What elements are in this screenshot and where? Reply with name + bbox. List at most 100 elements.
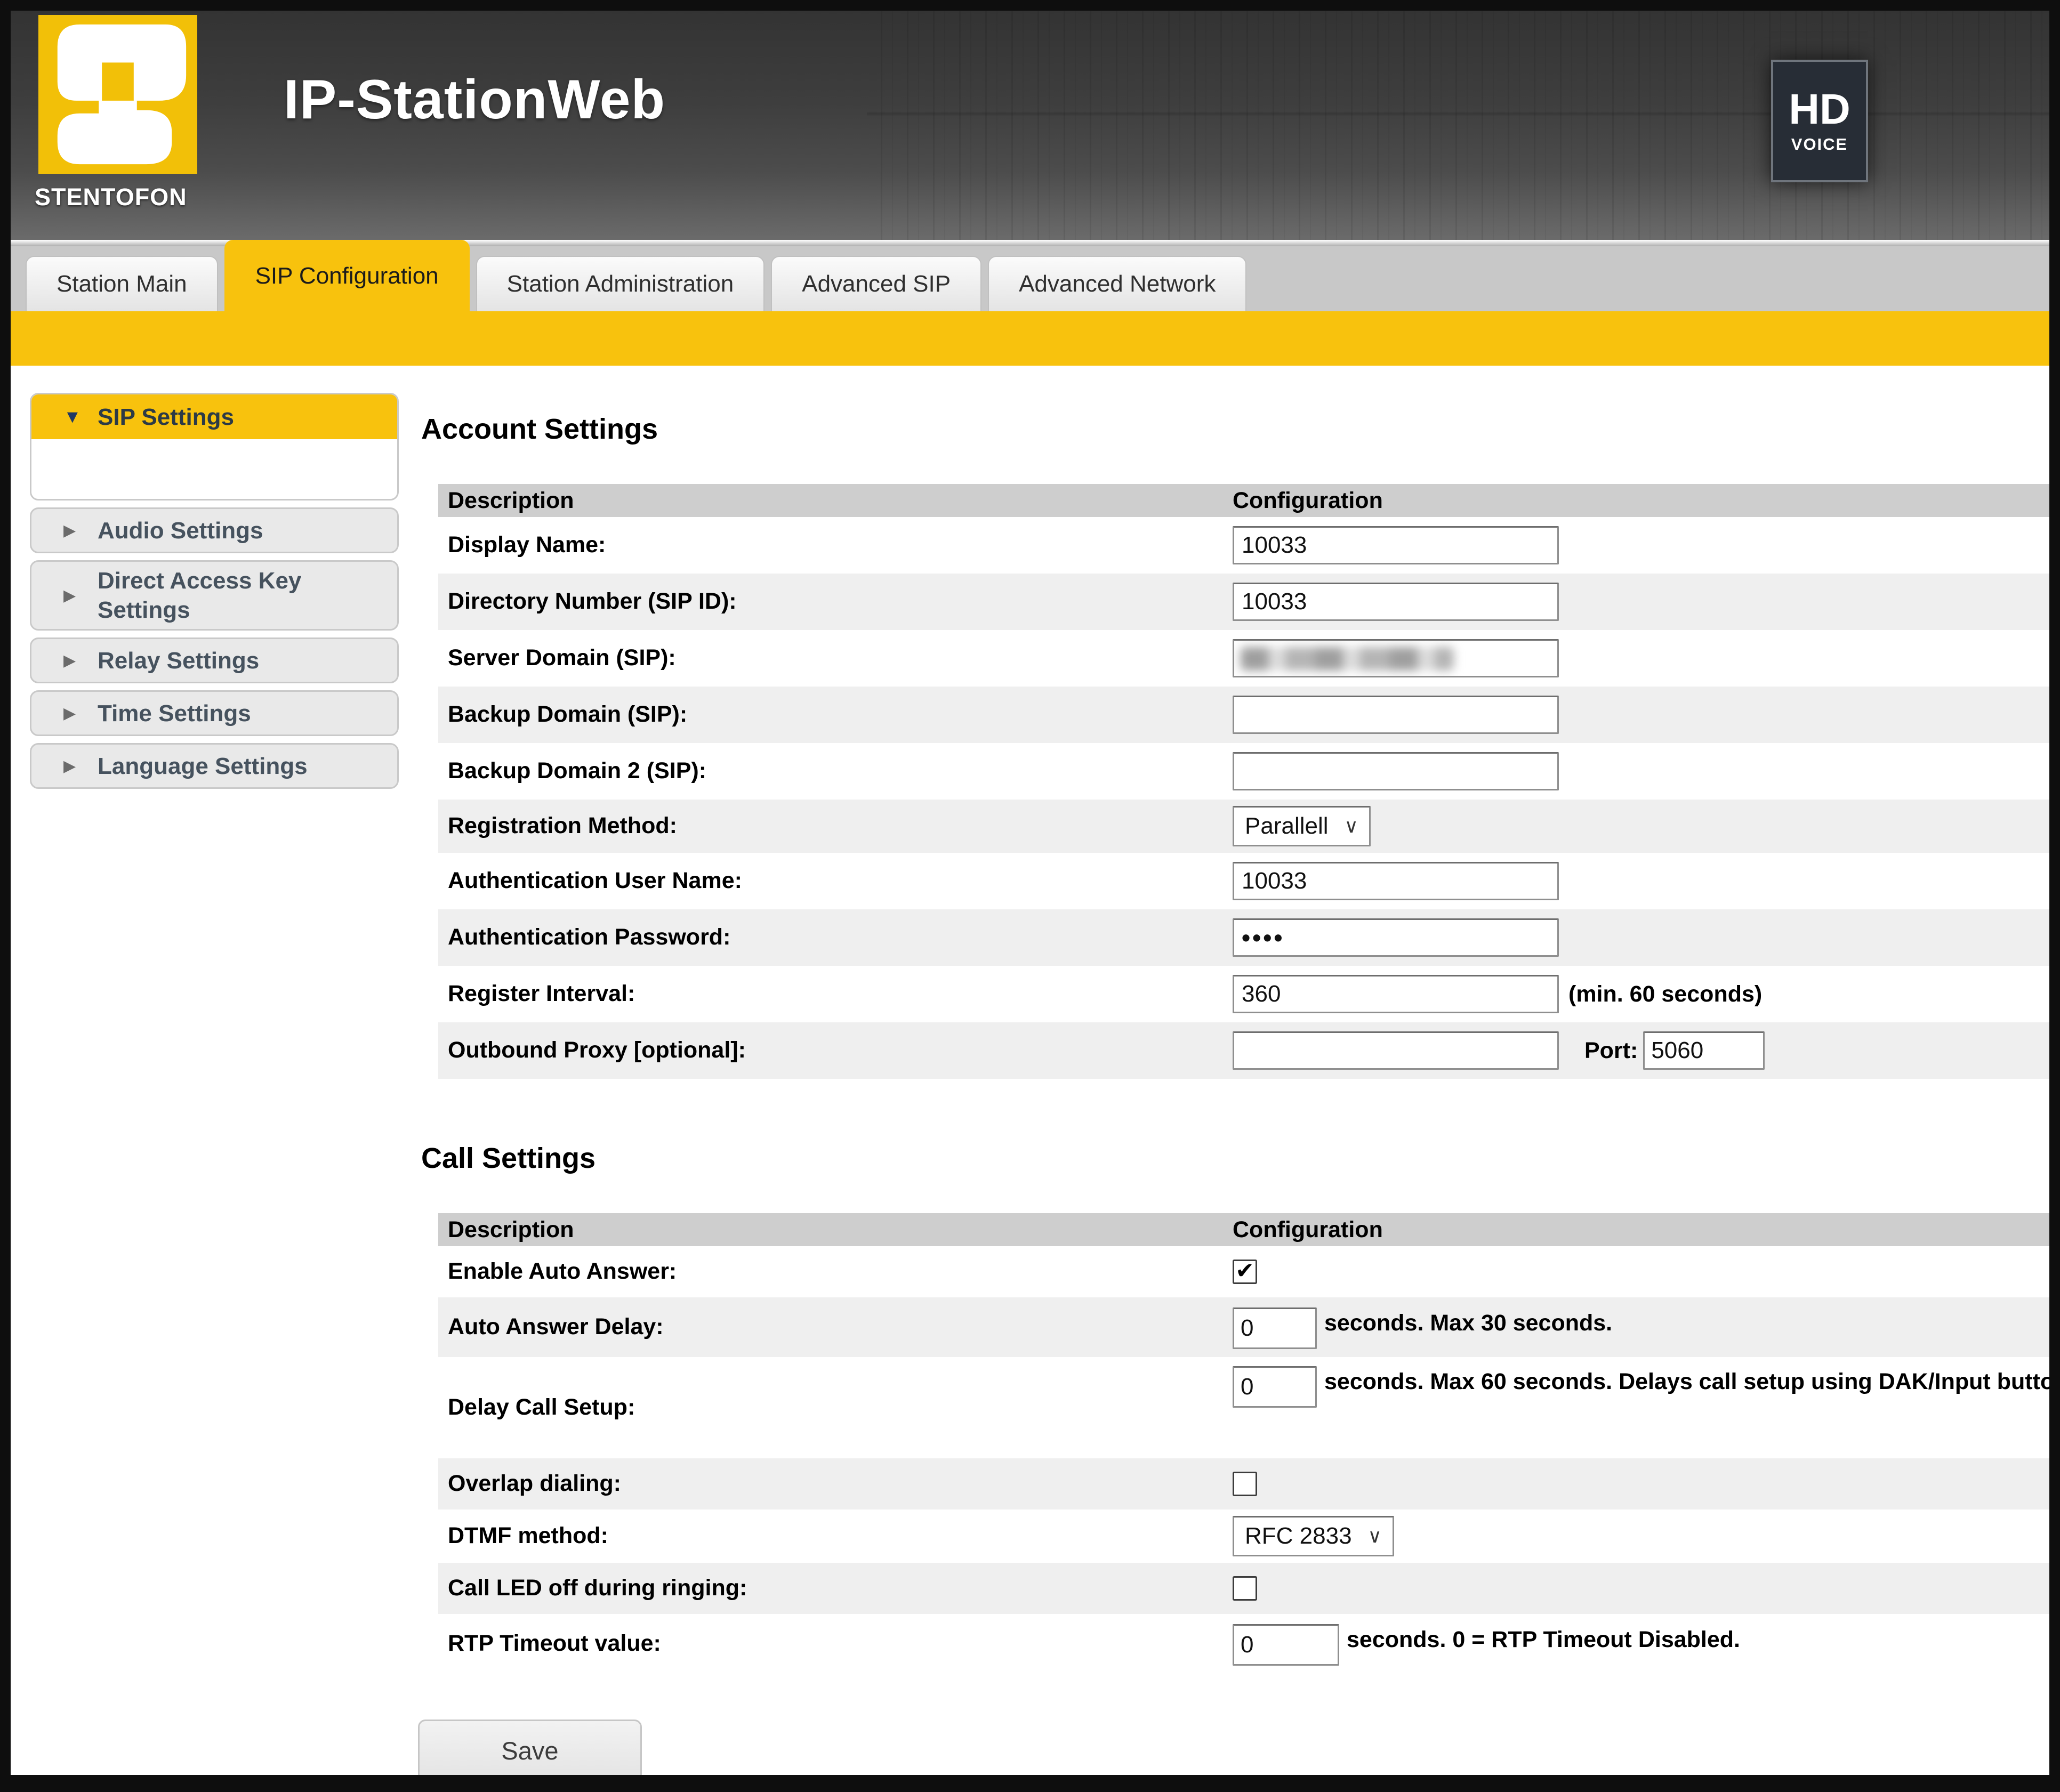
auto-answer-delay-config: seconds. Max 30 seconds.: [1233, 1297, 2060, 1357]
rtp-timeout-value-config: seconds. 0 = RTP Timeout Disabled.: [1233, 1614, 2060, 1674]
content-area: ▼SIP Settings▶Audio Settings▶Direct Acce…: [11, 366, 2049, 1792]
column-header-description: Description: [438, 1217, 1233, 1243]
rtp-timeout-value-label: RTP Timeout value:: [438, 1614, 1233, 1674]
directory-number-input[interactable]: [1233, 583, 1559, 621]
call-led-off-during-ringing-config: ✔: [1233, 1563, 2049, 1614]
call-led-off-during-ringing-checkbox[interactable]: ✔: [1233, 1576, 1257, 1601]
sidebar-item-time-settings[interactable]: ▶Time Settings: [30, 690, 399, 736]
directory-number-label: Directory Number (SIP ID):: [438, 574, 1233, 630]
accent-bar: [11, 311, 2049, 366]
dropdown-caret-icon: ∨: [1345, 815, 1358, 837]
backup-domain-label: Backup Domain (SIP):: [438, 687, 1233, 743]
section-title-call-settings: Call Settings: [421, 1079, 2049, 1175]
overlap-dialing-label: Overlap dialing:: [438, 1458, 1233, 1510]
register-interval-note: (min. 60 seconds): [1568, 977, 1762, 1012]
tab-station-administration[interactable]: Station Administration: [476, 256, 765, 311]
sidebar-item-head[interactable]: ▶Relay Settings: [31, 639, 397, 682]
table-row-directory-number: Directory Number (SIP ID):: [438, 574, 2049, 630]
column-header-description: Description: [438, 488, 1233, 514]
enable-auto-answer-config: ✔: [1233, 1246, 2049, 1297]
save-button[interactable]: Save: [418, 1720, 642, 1781]
rtp-timeout-value-note: seconds. 0 = RTP Timeout Disabled.: [1347, 1627, 1740, 1652]
sidebar-item-head[interactable]: ▶Time Settings: [31, 692, 397, 734]
section-title-account-settings: Account Settings: [421, 366, 2049, 446]
backup-domain-2-label: Backup Domain 2 (SIP):: [438, 743, 1233, 800]
hd-badge-line2: VOICE: [1791, 135, 1848, 154]
sidebar-item-label: SIP Settings: [98, 402, 234, 432]
table-row-delay-call-setup: Delay Call Setup:seconds. Max 60 seconds…: [438, 1357, 2049, 1458]
register-interval-label: Register Interval:: [438, 966, 1233, 1022]
delay-call-setup-input[interactable]: [1233, 1366, 1317, 1408]
registration-method-config: Parallell∨: [1233, 800, 2049, 853]
tab-station-main[interactable]: Station Main: [26, 256, 218, 311]
column-header-configuration: Configuration: [1233, 488, 2049, 514]
enable-auto-answer-checkbox[interactable]: ✔: [1233, 1260, 1257, 1284]
sidebar-item-head[interactable]: ▶Direct Access Key Settings: [31, 562, 397, 629]
hd-badge-line1: HD: [1789, 88, 1850, 131]
sidebar-item-label: Language Settings: [98, 752, 308, 781]
server-domain-config: [1233, 630, 2049, 687]
display-name-input[interactable]: [1233, 526, 1559, 564]
backup-domain-config: [1233, 687, 2049, 743]
checkmark-icon: ✔: [1235, 1260, 1254, 1282]
display-name-config: [1233, 517, 2049, 574]
table-row-server-domain: Server Domain (SIP):: [438, 630, 2049, 687]
sidebar-item-label: Audio Settings: [98, 516, 263, 545]
stentofon-s-icon: [35, 15, 201, 174]
auto-answer-delay-input[interactable]: [1233, 1307, 1317, 1349]
outbound-proxy-config: Port:: [1233, 1022, 2049, 1079]
table-header-row: DescriptionConfiguration: [438, 1213, 2049, 1246]
table-row-rtp-timeout-value: RTP Timeout value: seconds. 0 = RTP Timeo…: [438, 1614, 2049, 1674]
backup-domain-2-input[interactable]: [1233, 752, 1559, 790]
brand-name: STENTOFON: [35, 183, 203, 211]
authentication-user-name-input[interactable]: [1233, 862, 1559, 900]
server-domain-input[interactable]: [1233, 639, 1559, 677]
registration-method-select[interactable]: Parallell∨: [1233, 806, 1371, 846]
tab-advanced-sip[interactable]: Advanced SIP: [771, 256, 981, 311]
dtmf-method-config: RFC 2833∨: [1233, 1510, 2049, 1563]
authentication-user-name-config: [1233, 853, 2049, 909]
overlap-dialing-checkbox[interactable]: ✔: [1233, 1472, 1257, 1496]
tab-sip-configuration[interactable]: SIP Configuration: [224, 240, 470, 311]
settings-sidebar: ▼SIP Settings▶Audio Settings▶Direct Acce…: [30, 393, 399, 796]
sidebar-item-label: Relay Settings: [98, 646, 259, 675]
sidebar-item-head[interactable]: ▶Audio Settings: [31, 509, 397, 552]
table-row-backup-domain-2: Backup Domain 2 (SIP):: [438, 743, 2049, 800]
column-header-configuration: Configuration: [1233, 1217, 2049, 1243]
sidebar-item-head[interactable]: ▶Language Settings: [31, 745, 397, 787]
outbound-proxy-port-label: Port:: [1584, 1038, 1638, 1064]
brand-logo: STENTOFON: [35, 15, 203, 211]
delay-call-setup-label: Delay Call Setup:: [438, 1357, 1233, 1458]
table-row-register-interval: Register Interval: (min. 60 seconds): [438, 966, 2049, 1022]
outbound-proxy-port-input[interactable]: [1643, 1031, 1765, 1070]
tab-advanced-network[interactable]: Advanced Network: [988, 256, 1246, 311]
header-texture: [867, 11, 2049, 240]
table-row-enable-auto-answer: Enable Auto Answer:✔: [438, 1246, 2049, 1297]
page-title: IP-StationWeb: [284, 68, 665, 132]
table-row-authentication-user-name: Authentication User Name:: [438, 853, 2049, 909]
sidebar-item-language-settings[interactable]: ▶Language Settings: [30, 743, 399, 789]
backup-domain-input[interactable]: [1233, 696, 1559, 734]
sidebar-item-audio-settings[interactable]: ▶Audio Settings: [30, 507, 399, 553]
table-row-registration-method: Registration Method:Parallell∨: [438, 800, 2049, 853]
sidebar-item-head[interactable]: ▼SIP Settings: [31, 394, 397, 439]
table-row-display-name: Display Name:: [438, 517, 2049, 574]
sidebar-item-sip-settings[interactable]: ▼SIP Settings: [30, 393, 399, 501]
main-nav-tabs: Station MainSIP ConfigurationStation Adm…: [11, 246, 2049, 311]
dtmf-method-selected-value: RFC 2833: [1245, 1523, 1352, 1549]
outbound-proxy-input[interactable]: [1233, 1031, 1559, 1070]
authentication-password-input[interactable]: [1233, 918, 1559, 957]
register-interval-input[interactable]: [1233, 975, 1559, 1013]
sidebar-item-direct-access-key-settings[interactable]: ▶Direct Access Key Settings: [30, 560, 399, 631]
account-settings-table: DescriptionConfigurationDisplay Name:Dir…: [438, 484, 2049, 1079]
display-name-label: Display Name:: [438, 517, 1233, 574]
sidebar-item-label: Direct Access Key Settings: [98, 566, 375, 625]
sidebar-item-relay-settings[interactable]: ▶Relay Settings: [30, 637, 399, 683]
chevron-right-icon: ▶: [63, 521, 98, 540]
enable-auto-answer-label: Enable Auto Answer:: [438, 1246, 1233, 1297]
hd-voice-badge: HD VOICE: [1771, 60, 1868, 182]
chevron-right-icon: ▶: [63, 586, 98, 605]
rtp-timeout-value-input[interactable]: [1233, 1624, 1339, 1666]
auto-answer-delay-label: Auto Answer Delay:: [438, 1297, 1233, 1357]
dtmf-method-select[interactable]: RFC 2833∨: [1233, 1516, 1394, 1556]
